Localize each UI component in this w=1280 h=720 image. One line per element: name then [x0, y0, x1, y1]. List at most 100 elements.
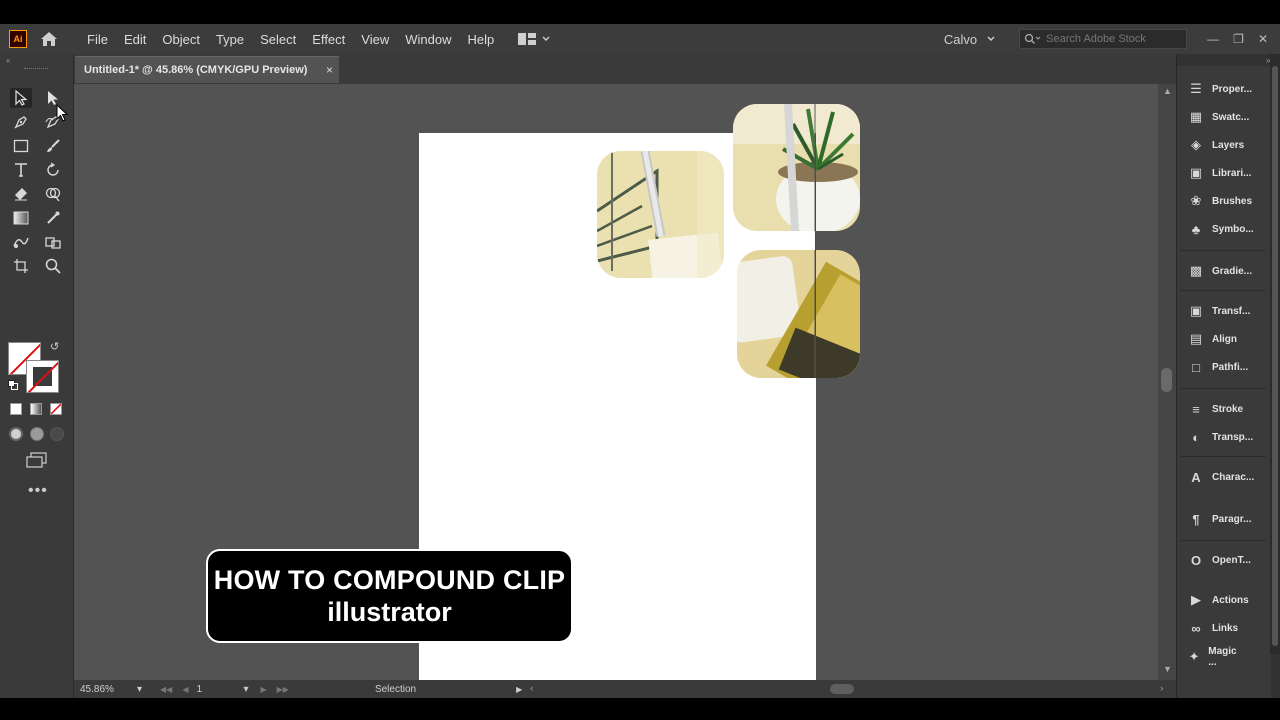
panel-label: OpenT... — [1212, 554, 1251, 566]
arrange-documents-button[interactable] — [518, 33, 550, 45]
zoom-dropdown[interactable]: 45.86% ▾ — [80, 684, 142, 695]
menu-view[interactable]: View — [353, 32, 397, 47]
scroll-left-icon[interactable]: ‹ — [530, 683, 533, 693]
panel-symbols[interactable]: ♣ Symbo... — [1186, 220, 1254, 238]
swap-fill-stroke-icon[interactable]: ↺ — [50, 340, 59, 353]
draw-behind-icon[interactable] — [30, 427, 44, 441]
first-artboard-icon[interactable]: ◀◀ — [160, 685, 172, 694]
panel-brushes[interactable]: ❀ Brushes — [1186, 192, 1252, 210]
next-artboard-icon[interactable]: ▶ — [260, 685, 266, 694]
rectangle-tool-icon[interactable] — [10, 136, 32, 156]
status-bar: 45.86% ▾ ◀◀ ◀ 1 ▾ ▶ ▶▶ Selection ▶ ‹ › — [74, 680, 1176, 698]
draw-normal-icon[interactable] — [9, 427, 23, 441]
artboard-number-dropdown[interactable]: 1 ▾ — [196, 684, 248, 695]
symbol-sprayer-tool-icon[interactable] — [42, 232, 64, 252]
eyedropper-tool-icon[interactable] — [42, 208, 64, 228]
panel-pathfinder[interactable]: □ Pathfi... — [1186, 358, 1248, 376]
menu-help[interactable]: Help — [459, 32, 502, 47]
last-artboard-icon[interactable]: ▶▶ — [277, 685, 289, 694]
scroll-down-icon[interactable]: ▼ — [1163, 664, 1172, 674]
default-fill-stroke-icon[interactable] — [8, 380, 18, 390]
clipped-image-rack[interactable] — [597, 151, 724, 278]
restore-icon[interactable]: ❐ — [1233, 32, 1244, 46]
panel-stroke[interactable]: ≡ Stroke — [1186, 400, 1243, 418]
panel-label: Charac... — [1212, 471, 1255, 483]
menu-file[interactable]: File — [79, 32, 116, 47]
scroll-up-icon[interactable]: ▲ — [1163, 86, 1172, 96]
home-icon[interactable] — [39, 29, 59, 49]
stroke-color-swatch[interactable] — [26, 360, 59, 393]
zoom-tool-icon[interactable] — [42, 256, 64, 276]
artboard-nav-next: ▶ ▶▶ — [260, 685, 288, 694]
prev-artboard-icon[interactable]: ◀ — [182, 685, 188, 694]
panel-dock-scrollbar[interactable] — [1270, 54, 1280, 654]
panel-grip[interactable] — [24, 68, 48, 71]
panel-transform[interactable]: ▣ Transf... — [1186, 302, 1251, 320]
edit-toolbar-icon[interactable]: ••• — [28, 482, 48, 500]
horizontal-scrollbar[interactable]: ‹ › — [530, 683, 1170, 695]
horizontal-scroll-thumb[interactable] — [830, 684, 855, 694]
panel-swatches[interactable]: ▦ Swatc... — [1186, 108, 1249, 126]
panel-links[interactable]: ∞ Links — [1186, 619, 1238, 637]
workspace-switcher[interactable]: Calvo — [944, 32, 995, 47]
transparency-icon: ◐ — [1192, 429, 1200, 445]
menu-type[interactable]: Type — [208, 32, 252, 47]
rotate-tool-icon[interactable] — [42, 160, 64, 180]
letterbox-top — [0, 0, 1280, 24]
panel-character[interactable]: A Charac... — [1186, 468, 1254, 486]
document-tab[interactable]: Untitled-1* @ 45.86% (CMYK/GPU Preview) … — [75, 56, 339, 83]
pen-tool-icon[interactable] — [10, 112, 32, 132]
stock-search-input[interactable] — [1046, 33, 1187, 45]
none-mode-icon[interactable] — [50, 403, 62, 415]
chevron-down-icon — [542, 36, 550, 41]
links-icon: ∞ — [1191, 620, 1201, 636]
panel-libraries[interactable]: ▣ Librari... — [1186, 164, 1252, 182]
panel-gradient[interactable]: ▩ Gradie... — [1186, 262, 1252, 280]
menu-edit[interactable]: Edit — [116, 32, 154, 47]
color-mode-icon[interactable] — [10, 403, 22, 415]
panel-magic-wand[interactable]: ✦ Magic ... — [1186, 646, 1240, 668]
minimize-icon[interactable]: — — [1207, 32, 1219, 46]
panel-paragraph[interactable]: ¶ Paragr... — [1186, 510, 1251, 528]
gradient-tool-icon[interactable] — [10, 208, 32, 228]
vertical-scroll-thumb[interactable] — [1161, 368, 1172, 392]
artboard-tool-icon[interactable] — [10, 256, 32, 276]
menu-select[interactable]: Select — [252, 32, 304, 47]
panel-properties[interactable]: ☰ Proper... — [1186, 80, 1252, 98]
clipped-image-plant[interactable] — [733, 104, 860, 231]
close-window-icon[interactable]: ✕ — [1258, 32, 1268, 46]
chevron-down-icon: ▾ — [136, 683, 142, 695]
shape-builder-tool-icon[interactable] — [42, 184, 64, 204]
blend-tool-icon[interactable] — [10, 232, 32, 252]
eraser-tool-icon[interactable] — [10, 184, 32, 204]
collapse-panel-icon[interactable]: « — [6, 56, 10, 65]
search-icon — [1025, 33, 1041, 44]
selection-tool-icon[interactable] — [10, 88, 32, 108]
panel-align[interactable]: ▤ Align — [1186, 330, 1237, 348]
menu-object[interactable]: Object — [154, 32, 208, 47]
panel-label: Layers — [1212, 139, 1245, 151]
align-icon: ▤ — [1189, 331, 1203, 346]
libraries-icon: ▣ — [1189, 165, 1203, 180]
menu-window[interactable]: Window — [397, 32, 459, 47]
panel-opentype[interactable]: O OpenT... — [1186, 551, 1251, 569]
panel-transparency[interactable]: ◐ Transp... — [1186, 428, 1253, 446]
draw-inside-icon[interactable] — [50, 427, 64, 441]
layers-icon: ◈ — [1191, 137, 1201, 152]
paintbrush-tool-icon[interactable] — [42, 136, 64, 156]
vertical-scrollbar[interactable]: ▲ ▼ — [1158, 84, 1176, 680]
screen-mode-icon[interactable] — [26, 452, 48, 468]
swatches-icon: ▦ — [1189, 109, 1203, 124]
status-menu-icon[interactable]: ▶ — [516, 685, 522, 694]
scroll-right-icon[interactable]: › — [1160, 683, 1163, 693]
panel-dock-scroll-thumb[interactable] — [1272, 66, 1278, 646]
close-tab-icon[interactable]: × — [326, 63, 333, 77]
clipped-image-books[interactable] — [737, 250, 860, 378]
main-menu: File Edit Object Type Select Effect View… — [79, 32, 502, 47]
type-tool-icon[interactable] — [10, 160, 32, 180]
panel-layers[interactable]: ◈ Layers — [1186, 136, 1244, 154]
panel-actions[interactable]: ▶ Actions — [1186, 591, 1249, 609]
gradient-mode-icon[interactable] — [30, 403, 42, 415]
menu-effect[interactable]: Effect — [304, 32, 353, 47]
panel-label: Gradie... — [1212, 265, 1253, 277]
